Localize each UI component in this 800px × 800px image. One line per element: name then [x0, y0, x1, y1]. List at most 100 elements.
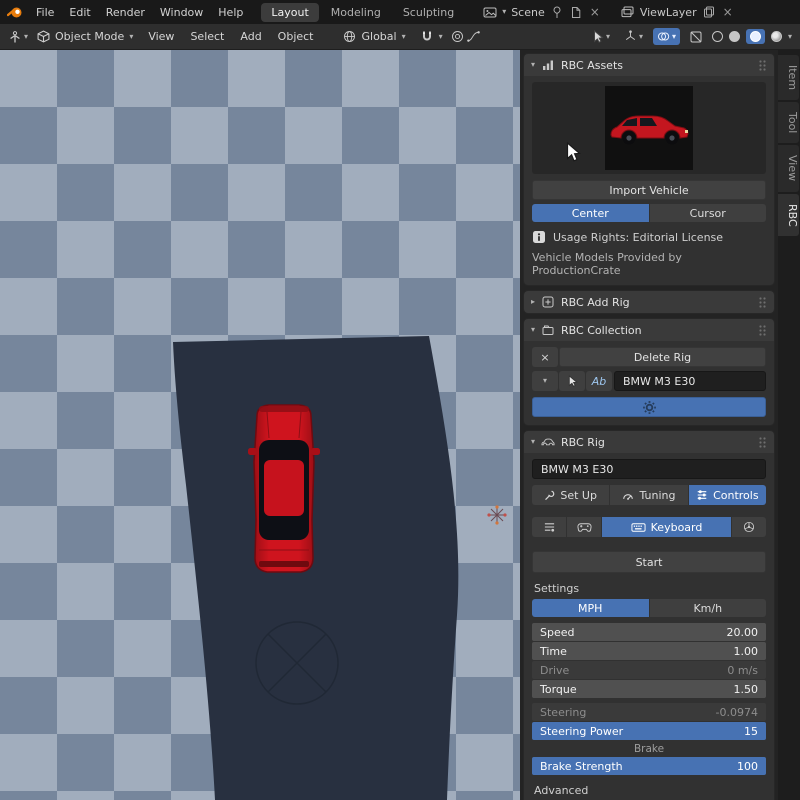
tab-set-up[interactable]: Set Up: [532, 485, 610, 505]
tab-tuning[interactable]: Tuning: [610, 485, 688, 505]
rig-dropdown-button[interactable]: ▾: [532, 371, 558, 391]
xray-toggle-icon[interactable]: [686, 29, 706, 45]
drag-grip-icon[interactable]: [758, 436, 767, 449]
remove-glyph: ×: [540, 350, 550, 364]
placement-center-button[interactable]: Center: [532, 204, 649, 222]
menu-file[interactable]: File: [29, 3, 61, 22]
orientation-dropdown[interactable]: Global ▾: [337, 28, 412, 46]
placement-cursor-button[interactable]: Cursor: [649, 204, 766, 222]
copy-icon[interactable]: [702, 5, 716, 19]
blender-logo-icon[interactable]: [6, 5, 24, 19]
usage-rights-text: Usage Rights: Editorial License: [553, 230, 724, 244]
globe-icon: [343, 30, 357, 44]
sidebar-tab-tool[interactable]: Tool: [778, 102, 799, 144]
menu-edit[interactable]: Edit: [62, 3, 97, 22]
select-tool-icon[interactable]: ▾: [588, 28, 614, 45]
menu-object[interactable]: Object: [271, 27, 321, 46]
vehicle-thumbnail: [605, 86, 693, 170]
drag-grip-icon[interactable]: [758, 324, 767, 337]
shading-material-icon[interactable]: [745, 29, 765, 44]
sliders-icon: [697, 490, 707, 500]
scene-selector: ▾ Scene ×: [483, 5, 602, 19]
field-label: Speed: [540, 625, 575, 639]
sidebar-tab-view[interactable]: View: [778, 145, 799, 192]
viewlayer-name[interactable]: ViewLayer: [640, 6, 697, 19]
delete-rig-button[interactable]: Delete Rig: [559, 347, 766, 367]
editor-type-icon[interactable]: [8, 30, 22, 44]
shading-rendered-icon[interactable]: [770, 31, 782, 42]
workspace-tab-sculpting[interactable]: Sculpting: [393, 3, 464, 22]
sidebar-tab-rbc[interactable]: RBC: [778, 193, 799, 237]
gizmo-toggle-icon[interactable]: ▾: [620, 28, 647, 45]
workspace-tabs: Layout Modeling Sculpting: [261, 2, 464, 22]
input-presets-icon[interactable]: [532, 517, 566, 537]
vehicle-name-field[interactable]: BMW M3 E30: [532, 459, 766, 479]
mode-dropdown[interactable]: Object Mode ▾: [30, 28, 139, 46]
time-field[interactable]: Time 1.00: [532, 642, 766, 660]
panel-header-rbc-collection[interactable]: ▾ RBC Collection: [524, 319, 774, 341]
steering-power-slider[interactable]: Steering Power 15: [532, 722, 766, 740]
drag-grip-icon[interactable]: [758, 59, 767, 72]
new-scene-icon[interactable]: [569, 5, 583, 19]
input-gamepad-icon[interactable]: [567, 517, 601, 537]
chevron-down-icon: ▾: [401, 31, 406, 41]
rig-tabs: Set Up Tuning Controls: [532, 485, 766, 505]
shading-wireframe-icon[interactable]: [711, 31, 723, 42]
menu-help[interactable]: Help: [211, 3, 250, 22]
pin-icon[interactable]: [550, 5, 564, 19]
snap-dropdown[interactable]: ▾: [414, 28, 449, 46]
sidebar-tab-item[interactable]: Item: [778, 55, 799, 101]
car-top-view: [248, 404, 320, 573]
panel-header-rbc-rig[interactable]: ▾ RBC Rig: [524, 431, 774, 453]
field-value: 1.00: [733, 644, 759, 658]
menu-view[interactable]: View: [141, 27, 181, 46]
blender-window: File Edit Render Window Help Layout Mode…: [0, 0, 800, 800]
menu-window[interactable]: Window: [153, 3, 210, 22]
units-kmh-button[interactable]: Km/h: [649, 599, 766, 617]
torque-field[interactable]: Torque 1.50: [532, 680, 766, 698]
font-data-icon[interactable]: Ab: [586, 371, 612, 391]
workspace-tab-layout[interactable]: Layout: [261, 2, 319, 22]
units-mph-button[interactable]: MPH: [532, 599, 649, 617]
drag-grip-icon[interactable]: [758, 296, 767, 309]
tab-controls-label: Controls: [713, 488, 759, 502]
rig-name-field[interactable]: BMW M3 E30: [614, 371, 766, 391]
falloff-curve-icon[interactable]: [467, 30, 481, 44]
select-rig-icon[interactable]: [559, 371, 585, 391]
panel-rbc-rig: ▾ RBC Rig BMW M3 E30 Set Up Tuning Contr…: [523, 430, 775, 800]
start-button[interactable]: Start: [532, 551, 766, 573]
drive-field: Drive 0 m/s: [532, 661, 766, 679]
tab-controls[interactable]: Controls: [688, 485, 766, 505]
scene-browse-icon[interactable]: [483, 5, 497, 19]
rig-settings-button[interactable]: [532, 397, 766, 417]
close-icon[interactable]: ×: [588, 5, 602, 19]
input-device-toggle: Keyboard: [532, 517, 766, 537]
panel-header-rbc-add-rig[interactable]: ▸ RBC Add Rig: [524, 291, 774, 313]
speed-field[interactable]: Speed 20.00: [532, 623, 766, 641]
usage-rights-row: Usage Rights: Editorial License: [532, 230, 766, 244]
field-value: 1.50: [733, 682, 759, 696]
close-icon[interactable]: ×: [721, 5, 735, 19]
workspace-tab-modeling[interactable]: Modeling: [321, 3, 391, 22]
proportional-edit-icon[interactable]: [451, 30, 465, 44]
mouse-cursor: [566, 141, 581, 166]
input-keyboard-button[interactable]: Keyboard: [602, 517, 731, 537]
scene-name[interactable]: Scene: [511, 6, 545, 19]
menu-add[interactable]: Add: [233, 27, 268, 46]
gear-icon: [642, 400, 656, 414]
import-vehicle-button[interactable]: Import Vehicle: [532, 180, 766, 200]
shading-solid-icon[interactable]: [728, 31, 740, 42]
mode-label: Object Mode: [55, 30, 125, 43]
input-wheel-icon[interactable]: [732, 517, 766, 537]
menu-select[interactable]: Select: [183, 27, 231, 46]
viewlayer-icon[interactable]: [621, 5, 635, 19]
panel-header-rbc-assets[interactable]: ▾ RBC Assets: [524, 54, 774, 76]
menu-render[interactable]: Render: [99, 3, 152, 22]
overlays-toggle-icon[interactable]: ▾: [652, 28, 680, 45]
remove-icon[interactable]: ×: [532, 347, 558, 367]
chevron-down-icon: ▾: [531, 437, 536, 446]
brake-strength-slider[interactable]: Brake Strength 100: [532, 757, 766, 775]
font-data-glyph: Ab: [591, 374, 607, 388]
add-rig-icon: [541, 295, 555, 309]
chevron-down-icon: ▾: [531, 60, 536, 69]
